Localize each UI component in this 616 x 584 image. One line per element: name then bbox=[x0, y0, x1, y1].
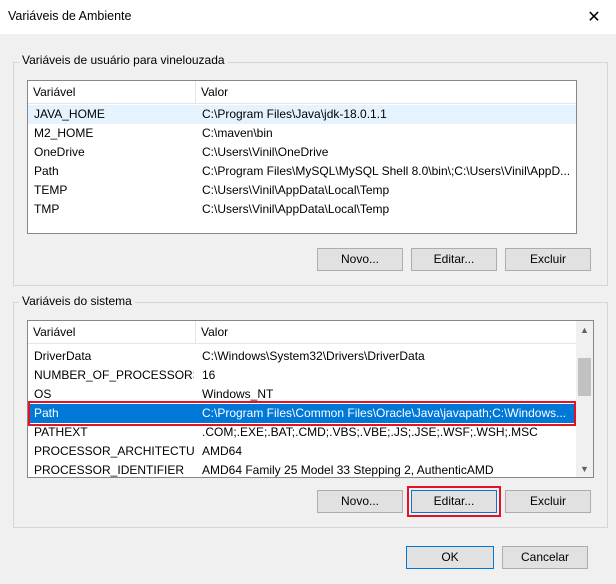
table-row-selected[interactable]: Path C:\Program Files\Common Files\Oracl… bbox=[28, 404, 576, 423]
cell-variable: M2_HOME bbox=[34, 126, 94, 140]
column-header-variable[interactable]: Variável bbox=[28, 321, 196, 343]
user-new-button[interactable]: Novo... bbox=[317, 248, 403, 271]
table-row[interactable]: PROCESSOR_IDENTIFIER AMD64 Family 25 Mod… bbox=[28, 461, 576, 477]
cell-variable: PROCESSOR_IDENTIFIER bbox=[34, 463, 185, 477]
table-row[interactable]: NUMBER_OF_PROCESSORS 16 bbox=[28, 366, 576, 385]
cell-variable: PROCESSOR_ARCHITECTURE bbox=[34, 444, 194, 458]
cell-variable: OS bbox=[34, 387, 52, 401]
cell-variable: JAVA_HOME bbox=[34, 107, 105, 121]
scroll-down-icon[interactable]: ▼ bbox=[576, 460, 593, 477]
system-edit-button[interactable]: Editar... bbox=[411, 490, 497, 513]
cell-value: C:\Users\Vinil\AppData\Local\Temp bbox=[202, 183, 390, 197]
system-variables-list[interactable]: Variável Valor DriverData C:\Windows\Sys… bbox=[27, 320, 594, 478]
table-row[interactable]: DriverData C:\Windows\System32\Drivers\D… bbox=[28, 347, 576, 366]
cell-variable: OneDrive bbox=[34, 145, 85, 159]
table-row[interactable]: PROCESSOR_ARCHITECTURE AMD64 bbox=[28, 442, 576, 461]
table-row[interactable]: JAVA_HOME C:\Program Files\Java\jdk-18.0… bbox=[28, 105, 576, 124]
cell-variable: TMP bbox=[34, 202, 60, 216]
cell-value: AMD64 bbox=[202, 444, 243, 458]
cell-value: AMD64 Family 25 Model 33 Stepping 2, Aut… bbox=[202, 463, 494, 477]
user-edit-button[interactable]: Editar... bbox=[411, 248, 497, 271]
column-header-variable[interactable]: Variável bbox=[28, 81, 196, 103]
scroll-up-icon[interactable]: ▲ bbox=[576, 321, 593, 338]
ok-button[interactable]: OK bbox=[406, 546, 494, 569]
close-glyph: ✕ bbox=[587, 9, 601, 26]
cell-variable: PATHEXT bbox=[34, 425, 88, 439]
system-list-header: Variável Valor bbox=[28, 321, 576, 344]
table-row[interactable]: TMP C:\Users\Vinil\AppData\Local\Temp bbox=[28, 200, 576, 219]
table-row[interactable]: TEMP C:\Users\Vinil\AppData\Local\Temp bbox=[28, 181, 576, 200]
system-delete-button[interactable]: Excluir bbox=[505, 490, 591, 513]
window-titlebar: Variáveis de Ambiente ✕ bbox=[0, 0, 616, 34]
table-row[interactable]: OS Windows_NT bbox=[28, 385, 576, 404]
cell-value: C:\Program Files\MySQL\MySQL Shell 8.0\b… bbox=[202, 164, 571, 178]
cell-variable: DriverData bbox=[34, 349, 92, 363]
cell-value: Windows_NT bbox=[202, 387, 274, 401]
system-new-button[interactable]: Novo... bbox=[317, 490, 403, 513]
cell-variable: NUMBER_OF_PROCESSORS bbox=[34, 368, 194, 382]
system-list-scrollbar[interactable]: ▲ ▼ bbox=[576, 321, 593, 477]
column-header-value[interactable]: Valor bbox=[196, 321, 576, 343]
table-row[interactable]: M2_HOME C:\maven\bin bbox=[28, 124, 576, 143]
table-row[interactable]: Path C:\Program Files\MySQL\MySQL Shell … bbox=[28, 162, 576, 181]
system-variables-group-label: Variáveis do sistema bbox=[19, 294, 135, 308]
user-variables-list[interactable]: Variável Valor JAVA_HOME C:\Program File… bbox=[27, 80, 577, 234]
cell-value: C:\Users\Vinil\OneDrive bbox=[202, 145, 329, 159]
cell-value: C:\Windows\System32\Drivers\DriverData bbox=[202, 349, 425, 363]
table-row[interactable]: PATHEXT .COM;.EXE;.BAT;.CMD;.VBS;.VBE;.J… bbox=[28, 423, 576, 442]
cell-value: C:\Users\Vinil\AppData\Local\Temp bbox=[202, 202, 390, 216]
cell-variable: Path bbox=[34, 406, 59, 420]
cell-value: .COM;.EXE;.BAT;.CMD;.VBS;.VBE;.JS;.JSE;.… bbox=[202, 425, 538, 439]
user-delete-button[interactable]: Excluir bbox=[505, 248, 591, 271]
window-title: Variáveis de Ambiente bbox=[8, 9, 132, 23]
user-variables-group-label: Variáveis de usuário para vinelouzada bbox=[19, 53, 228, 67]
user-list-header: Variável Valor bbox=[28, 81, 576, 104]
close-icon[interactable]: ✕ bbox=[572, 0, 616, 34]
scroll-thumb[interactable] bbox=[578, 358, 591, 396]
cell-variable: Path bbox=[34, 164, 59, 178]
column-header-value[interactable]: Valor bbox=[196, 81, 576, 103]
cell-value: C:\Program Files\Java\jdk-18.0.1.1 bbox=[202, 107, 387, 121]
cell-value: C:\maven\bin bbox=[202, 126, 273, 140]
cancel-button[interactable]: Cancelar bbox=[502, 546, 588, 569]
cell-value: 16 bbox=[202, 368, 216, 382]
cell-value: C:\Program Files\Common Files\Oracle\Jav… bbox=[202, 406, 567, 420]
table-row[interactable]: OneDrive C:\Users\Vinil\OneDrive bbox=[28, 143, 576, 162]
cell-variable: TEMP bbox=[34, 183, 68, 197]
